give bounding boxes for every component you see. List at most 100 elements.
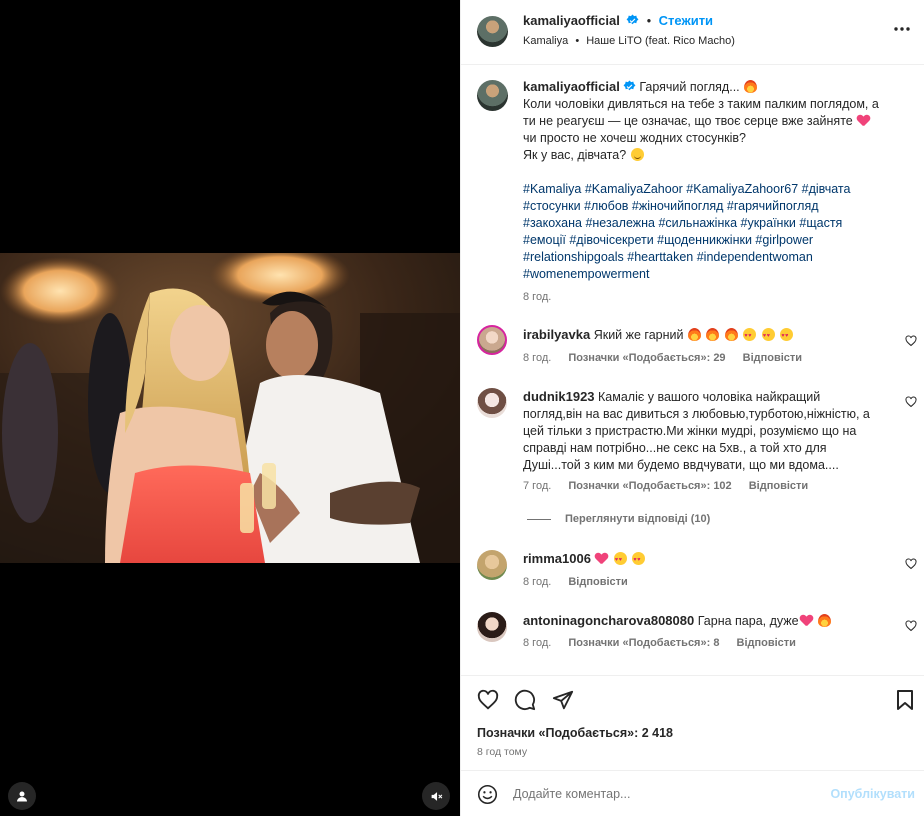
like-heart-icon[interactable] bbox=[477, 689, 499, 711]
comment-input[interactable] bbox=[513, 783, 813, 805]
hashtag-line[interactable]: #womenempowerment bbox=[523, 266, 909, 283]
fire-emoji-icon bbox=[818, 614, 832, 627]
more-horizontal-icon[interactable] bbox=[893, 26, 911, 32]
instagram-post-view: kamaliyaofficial • Стежити Kamaliya • На… bbox=[0, 0, 924, 816]
view-replies-label: Переглянути відповіді (10) bbox=[565, 513, 711, 525]
emoji-picker-icon[interactable] bbox=[477, 784, 498, 805]
caption-username[interactable]: kamaliyaofficial bbox=[523, 79, 620, 94]
like-comment-heart-icon[interactable] bbox=[905, 620, 917, 632]
post-likes-count[interactable]: Позначки «Подобається»: 2 418 bbox=[477, 726, 673, 740]
heart-emoji-icon bbox=[800, 615, 813, 627]
comment-text-line: погляд,він на вас дивиться з любовью,тур… bbox=[523, 407, 870, 421]
mute-button[interactable] bbox=[422, 782, 450, 810]
commenter-avatar[interactable] bbox=[477, 388, 507, 418]
fire-emoji-icon bbox=[724, 328, 738, 341]
fire-emoji-icon bbox=[744, 80, 758, 93]
follow-button[interactable]: Стежити bbox=[659, 13, 713, 28]
commenter-avatar[interactable] bbox=[477, 325, 507, 355]
heart-eyes-emoji-icon bbox=[632, 552, 646, 569]
comment-likes[interactable]: Позначки «Подобається»: 29 bbox=[568, 352, 725, 364]
heart-emoji-icon bbox=[595, 553, 608, 565]
post-photo bbox=[0, 253, 460, 563]
comment-time[interactable]: 7 год. bbox=[523, 480, 551, 492]
caption-line: чи просто не хочеш жодних стосунків? bbox=[523, 131, 746, 145]
commenter-avatar[interactable] bbox=[477, 612, 507, 642]
comment-item: antoninagoncharova808080 Гарна пара, дуж… bbox=[461, 610, 924, 660]
comments-scroll-area[interactable]: kamaliyaofficial Гарячий погляд... Коли … bbox=[461, 66, 924, 674]
comment-meta: 8 год. Позначки «Подобається»: 29 Відпов… bbox=[523, 352, 816, 364]
add-comment-bar: Опублікувати bbox=[461, 770, 924, 816]
commenter-username[interactable]: antoninagoncharova808080 bbox=[523, 613, 694, 628]
comment-text-line: справді нам потрібно...не секс на 5хв., … bbox=[523, 441, 827, 455]
reply-button[interactable]: Відповісти bbox=[737, 637, 796, 649]
audio-info[interactable]: Kamaliya • Наше LiTO (feat. Rico Macho) bbox=[523, 35, 735, 47]
comment-body: dudnik1923 Камаліє у вашого чоловіка най… bbox=[523, 388, 901, 474]
caption: kamaliyaofficial Гарячий погляд... Коли … bbox=[523, 78, 909, 164]
comment-time[interactable]: 8 год. bbox=[523, 576, 551, 588]
like-comment-heart-icon[interactable] bbox=[905, 396, 917, 408]
like-comment-heart-icon[interactable] bbox=[905, 335, 917, 347]
comment-meta: 8 год. Позначки «Подобається»: 8 Відпові… bbox=[523, 637, 810, 649]
comment-body: irabilyavka Який же гарний bbox=[523, 326, 901, 345]
verified-badge-icon bbox=[626, 14, 639, 25]
reply-button[interactable]: Відповісти bbox=[568, 576, 627, 588]
post-comment-button[interactable]: Опублікувати bbox=[830, 787, 915, 801]
commenter-avatar[interactable] bbox=[477, 550, 507, 580]
comment-text-line: Камаліє у вашого чоловіка найкращий bbox=[598, 390, 821, 404]
hashtag-line[interactable]: #закохана #незалежна #сильнажінка #украї… bbox=[523, 215, 909, 232]
view-replies-button[interactable]: Переглянути відповіді (10) bbox=[527, 513, 710, 525]
audio-title: Наше LiTO (feat. Rico Macho) bbox=[586, 35, 735, 47]
comment-text: Який же гарний bbox=[593, 328, 684, 342]
comment-likes[interactable]: Позначки «Подобається»: 8 bbox=[568, 637, 719, 649]
like-comment-heart-icon[interactable] bbox=[905, 558, 917, 570]
comment-time[interactable]: 8 год. bbox=[523, 352, 551, 364]
comment-item: rimma1006 8 год. Відповісти bbox=[461, 548, 924, 594]
commenter-username[interactable]: rimma1006 bbox=[523, 551, 591, 566]
commenter-username[interactable]: dudnik1923 bbox=[523, 389, 595, 404]
comment-item: irabilyavka Який же гарний 8 год. Познач… bbox=[461, 322, 924, 372]
post-actions: Позначки «Подобається»: 2 418 8 год тому bbox=[461, 675, 924, 770]
caption-line: Як у вас, дівчата? bbox=[523, 148, 627, 162]
caption-author-avatar[interactable] bbox=[477, 80, 508, 111]
audio-artist: Kamaliya bbox=[523, 35, 569, 47]
separator-dot: • bbox=[646, 14, 652, 28]
post-header: kamaliyaofficial • Стежити Kamaliya • На… bbox=[461, 0, 924, 65]
hashtag-line[interactable]: #стосунки #любов #жіночийпогляд #гарячий… bbox=[523, 198, 909, 215]
reply-button[interactable]: Відповісти bbox=[743, 352, 802, 364]
comment-meta: 8 год. Відповісти bbox=[523, 576, 642, 588]
comment-likes[interactable]: Позначки «Подобається»: 102 bbox=[568, 480, 731, 492]
reply-button[interactable]: Відповісти bbox=[749, 480, 808, 492]
verified-badge-icon bbox=[623, 80, 636, 91]
user-icon bbox=[17, 791, 27, 802]
post-side-panel: kamaliyaofficial • Стежити Kamaliya • На… bbox=[460, 0, 924, 816]
save-bookmark-icon[interactable] bbox=[895, 689, 915, 711]
heart-emoji-icon bbox=[857, 115, 870, 127]
hashtag-line[interactable]: #емоції #дівочісекрети #щоденникжінки #g… bbox=[523, 232, 909, 249]
share-paper-plane-icon[interactable] bbox=[552, 689, 574, 711]
muted-speaker-icon bbox=[431, 791, 442, 801]
heart-eyes-emoji-icon bbox=[613, 552, 627, 569]
heart-eyes-emoji-icon bbox=[761, 328, 775, 345]
tagged-users-button[interactable] bbox=[8, 782, 36, 810]
comment-text: Гарна пара, дуже bbox=[697, 614, 799, 628]
caption-hashtags: #Kamaliya #KamaliyaZahoor #KamaliyaZahoo… bbox=[523, 181, 909, 283]
post-time[interactable]: 8 год тому bbox=[477, 746, 527, 758]
comment-bubble-icon[interactable] bbox=[514, 689, 536, 711]
post-media[interactable] bbox=[0, 0, 460, 816]
caption-line: ти не реагуєш — це означає, що твоє серц… bbox=[523, 114, 853, 128]
separator-dot: • bbox=[575, 35, 580, 47]
commenter-username[interactable]: irabilyavka bbox=[523, 327, 590, 342]
comment-text-line: цей тільки з пристрастю.Ми жінки мудрі, … bbox=[523, 424, 857, 438]
caption-title: Гарячий погляд... bbox=[639, 80, 740, 94]
author-avatar[interactable] bbox=[477, 16, 508, 47]
hashtag-line[interactable]: #relationshipgoals #hearttaken #independ… bbox=[523, 249, 909, 266]
smile-emoji-icon bbox=[630, 148, 644, 161]
hashtag-line[interactable]: #Kamaliya #KamaliyaZahoor #KamaliyaZahoo… bbox=[523, 181, 909, 198]
comment-text-line: Душі...той з ким ми будемо ввдчувати, що… bbox=[523, 458, 839, 472]
comment-body: rimma1006 bbox=[523, 550, 901, 569]
author-username[interactable]: kamaliyaofficial bbox=[523, 13, 620, 28]
comment-item: dudnik1923 Камаліє у вашого чоловіка най… bbox=[461, 386, 924, 526]
caption-line: Коли чоловіки дивляться на тебе з таким … bbox=[523, 97, 879, 111]
caption-time[interactable]: 8 год. bbox=[523, 291, 551, 303]
comment-time[interactable]: 8 год. bbox=[523, 637, 551, 649]
